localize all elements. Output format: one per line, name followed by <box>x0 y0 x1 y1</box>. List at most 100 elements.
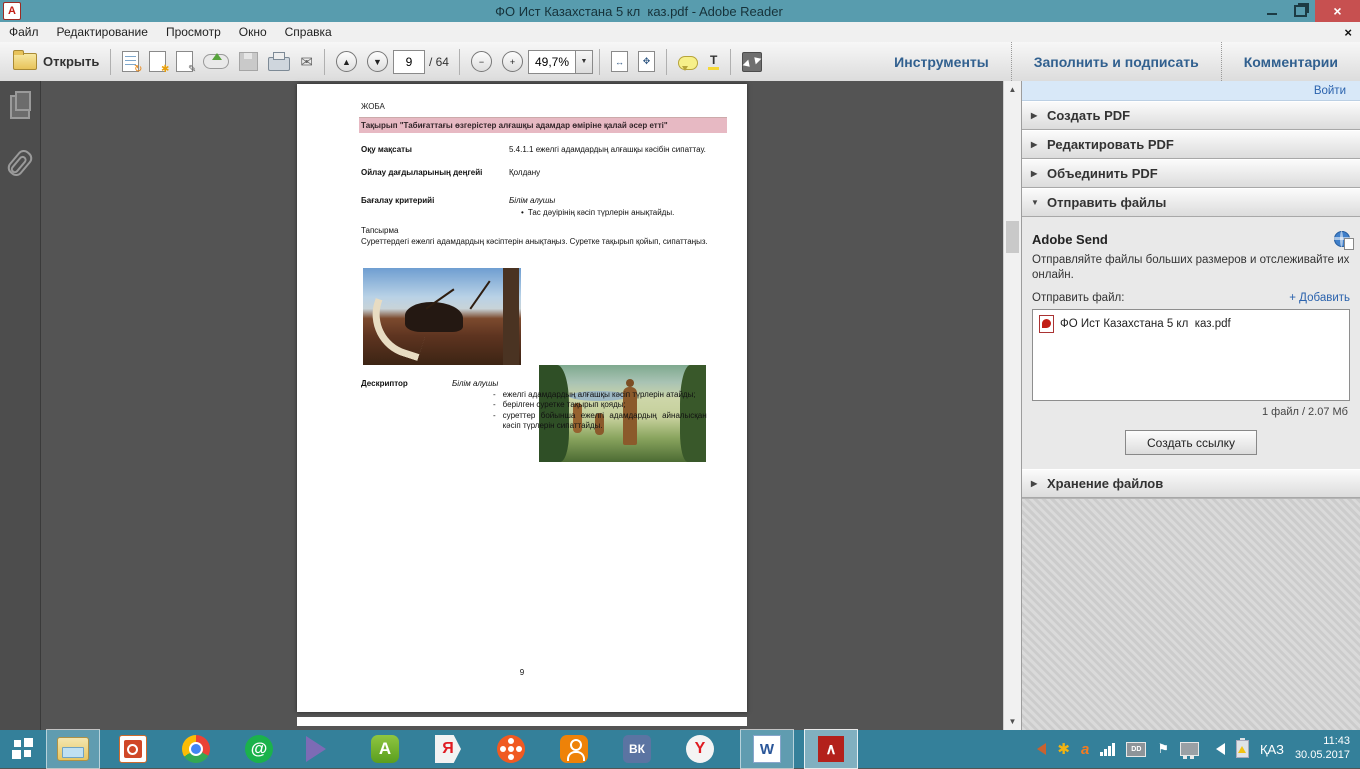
row-value: Білім алушы <box>509 196 725 206</box>
sign-button[interactable]: ✎ <box>171 47 198 77</box>
add-file-link[interactable]: + Добавить <box>1289 292 1350 304</box>
page-down-icon: ▼ <box>367 51 388 72</box>
restore-button[interactable] <box>1286 0 1315 22</box>
dash-icon: - <box>493 390 496 400</box>
minimize-button[interactable] <box>1257 0 1286 22</box>
window-title: ФО Ист Казахстана 5 кл каз.pdf - Adobe R… <box>21 4 1257 19</box>
menu-file[interactable]: Файл <box>0 22 48 42</box>
create-link-button[interactable]: Создать ссылку <box>1125 430 1257 455</box>
menu-help[interactable]: Справка <box>276 22 341 42</box>
cloud-upload-button[interactable] <box>198 47 234 77</box>
criteria-bullet: •Тас дәуірінің кәсіп түрлерін анықтайды. <box>521 208 725 217</box>
volume-orange-icon[interactable] <box>1031 743 1046 755</box>
dolby-icon[interactable]: DD <box>1126 742 1146 757</box>
taskbar-word[interactable]: W <box>740 729 794 769</box>
taskbar-green-a-app[interactable]: A <box>362 730 408 768</box>
attachments-paperclip-icon[interactable] <box>5 147 35 179</box>
avast-icon[interactable]: a <box>1081 741 1089 758</box>
network-signal-icon[interactable] <box>1100 743 1115 756</box>
menu-view[interactable]: Просмотр <box>157 22 230 42</box>
panel-send-files[interactable]: ▼ Отправить файлы <box>1022 188 1360 217</box>
tab-fill-sign[interactable]: Заполнить и подписать <box>1011 42 1221 81</box>
page-number-input[interactable] <box>393 50 425 74</box>
file-size-info: 1 файл / 2.07 Мб <box>1032 406 1348 418</box>
panel-edit-pdf[interactable]: ▶ Редактировать PDF <box>1022 130 1360 159</box>
fit-page-button[interactable]: ✥ <box>633 47 660 77</box>
tab-comments[interactable]: Комментарии <box>1221 42 1360 81</box>
bullet-icon: • <box>521 208 524 217</box>
next-page-button[interactable]: ▼ <box>362 47 393 77</box>
adobe-reader-icon: A <box>3 2 21 20</box>
menubar-close-icon[interactable]: × <box>1344 25 1352 40</box>
tray-date: 30.05.2017 <box>1295 749 1350 763</box>
taskbar-vk[interactable]: ВК <box>614 730 660 768</box>
fullscreen-button[interactable] <box>737 47 767 77</box>
sign-in-link[interactable]: Войти <box>1022 81 1360 101</box>
file-list-item[interactable]: ФО Ист Казахстана 5 кл каз.pdf <box>1039 315 1343 333</box>
taskbar-adobe-reader[interactable]: ∧ <box>804 729 858 769</box>
comment-button[interactable] <box>673 47 703 77</box>
create-pdf-button[interactable]: ✱ <box>144 47 171 77</box>
taskbar-yandex[interactable]: Я <box>425 730 471 768</box>
comment-bubble-icon <box>678 56 698 70</box>
document-area[interactable]: ЖОБА Тақырып "Табиғаттағы өзгерістер алғ… <box>41 81 1003 730</box>
fit-width-button[interactable]: ↔ <box>606 47 633 77</box>
taskbar-yandex-browser[interactable]: Y <box>677 730 723 768</box>
open-button[interactable]: Открыть <box>8 47 104 77</box>
start-button[interactable] <box>0 730 46 768</box>
page-thumbnails-icon[interactable] <box>10 95 30 119</box>
taskbar-film-app[interactable] <box>488 730 534 768</box>
highlight-button[interactable]: T <box>703 47 724 77</box>
yandex-browser-icon: Y <box>686 735 714 763</box>
panel-combine-pdf[interactable]: ▶ Объединить PDF <box>1022 159 1360 188</box>
taskbar-file-explorer[interactable] <box>46 729 100 769</box>
panel-create-pdf[interactable]: ▶ Создать PDF <box>1022 101 1360 130</box>
chevron-right-icon: ▶ <box>1031 111 1039 120</box>
pdf-page[interactable]: ЖОБА Тақырып "Табиғаттағы өзгерістер алғ… <box>297 84 747 712</box>
tray-flower-icon[interactable]: ✱ <box>1057 740 1070 758</box>
tab-tools[interactable]: Инструменты <box>872 42 1011 81</box>
tray-clock[interactable]: 11:43 30.05.2017 <box>1295 735 1350 763</box>
zoom-out-button[interactable]: − <box>466 47 497 77</box>
taskbar-powerpoint[interactable] <box>110 730 156 768</box>
taskbar-kmplayer[interactable] <box>299 730 345 768</box>
dash-icon: - <box>493 411 496 432</box>
taskbar-mailru-agent[interactable]: @ <box>236 730 282 768</box>
open-folder-icon <box>13 53 37 70</box>
menu-edit[interactable]: Редактирование <box>48 22 157 42</box>
display-icon[interactable] <box>1180 742 1199 756</box>
close-button[interactable]: × <box>1315 0 1360 22</box>
scroll-down-icon[interactable]: ▼ <box>1004 713 1021 730</box>
previous-page-button[interactable]: ▲ <box>331 47 362 77</box>
toolbar-separator <box>666 49 667 75</box>
language-indicator[interactable]: ҚАЗ <box>1260 742 1284 757</box>
battery-warning-icon[interactable] <box>1236 740 1249 758</box>
panel-file-storage[interactable]: ▶ Хранение файлов <box>1022 469 1360 498</box>
zoom-in-button[interactable]: + <box>497 47 528 77</box>
zoom-dropdown-button[interactable]: ▼ <box>575 50 593 74</box>
export-pdf-button[interactable]: ↻ <box>117 47 144 77</box>
sidebar-hatched-area <box>1022 498 1360 730</box>
toolbar-tabs: Инструменты Заполнить и подписать Коммен… <box>872 42 1360 81</box>
minus-icon: − <box>471 51 492 72</box>
scrollbar-thumb[interactable] <box>1006 221 1019 253</box>
descriptor-list: - ежелгі адамдардың алғашқы кәсіп түрлер… <box>493 390 725 432</box>
taskbar-odnoklassniki[interactable] <box>551 730 597 768</box>
scroll-up-icon[interactable]: ▲ <box>1004 81 1021 98</box>
print-button[interactable] <box>263 47 295 77</box>
zoom-level-input[interactable] <box>528 50 575 74</box>
chevron-down-icon: ▼ <box>581 58 588 65</box>
powerpoint-icon <box>119 735 147 763</box>
menu-window[interactable]: Окно <box>230 22 276 42</box>
file-list-box[interactable]: ФО Ист Казахстана 5 кл каз.pdf <box>1032 309 1350 401</box>
taskbar-chrome[interactable] <box>173 730 219 768</box>
action-center-flag-icon[interactable]: ⚑ <box>1157 741 1169 757</box>
green-a-icon: A <box>371 735 399 763</box>
descriptor-role: Білім алушы <box>452 379 668 389</box>
save-button[interactable] <box>234 47 263 77</box>
email-icon: ✉ <box>300 53 313 71</box>
volume-icon[interactable] <box>1210 743 1225 755</box>
vertical-scrollbar[interactable]: ▲ ▼ <box>1003 81 1021 730</box>
tools-sidebar: Войти ▶ Создать PDF ▶ Редактировать PDF … <box>1021 81 1360 730</box>
email-button[interactable]: ✉ <box>295 47 318 77</box>
